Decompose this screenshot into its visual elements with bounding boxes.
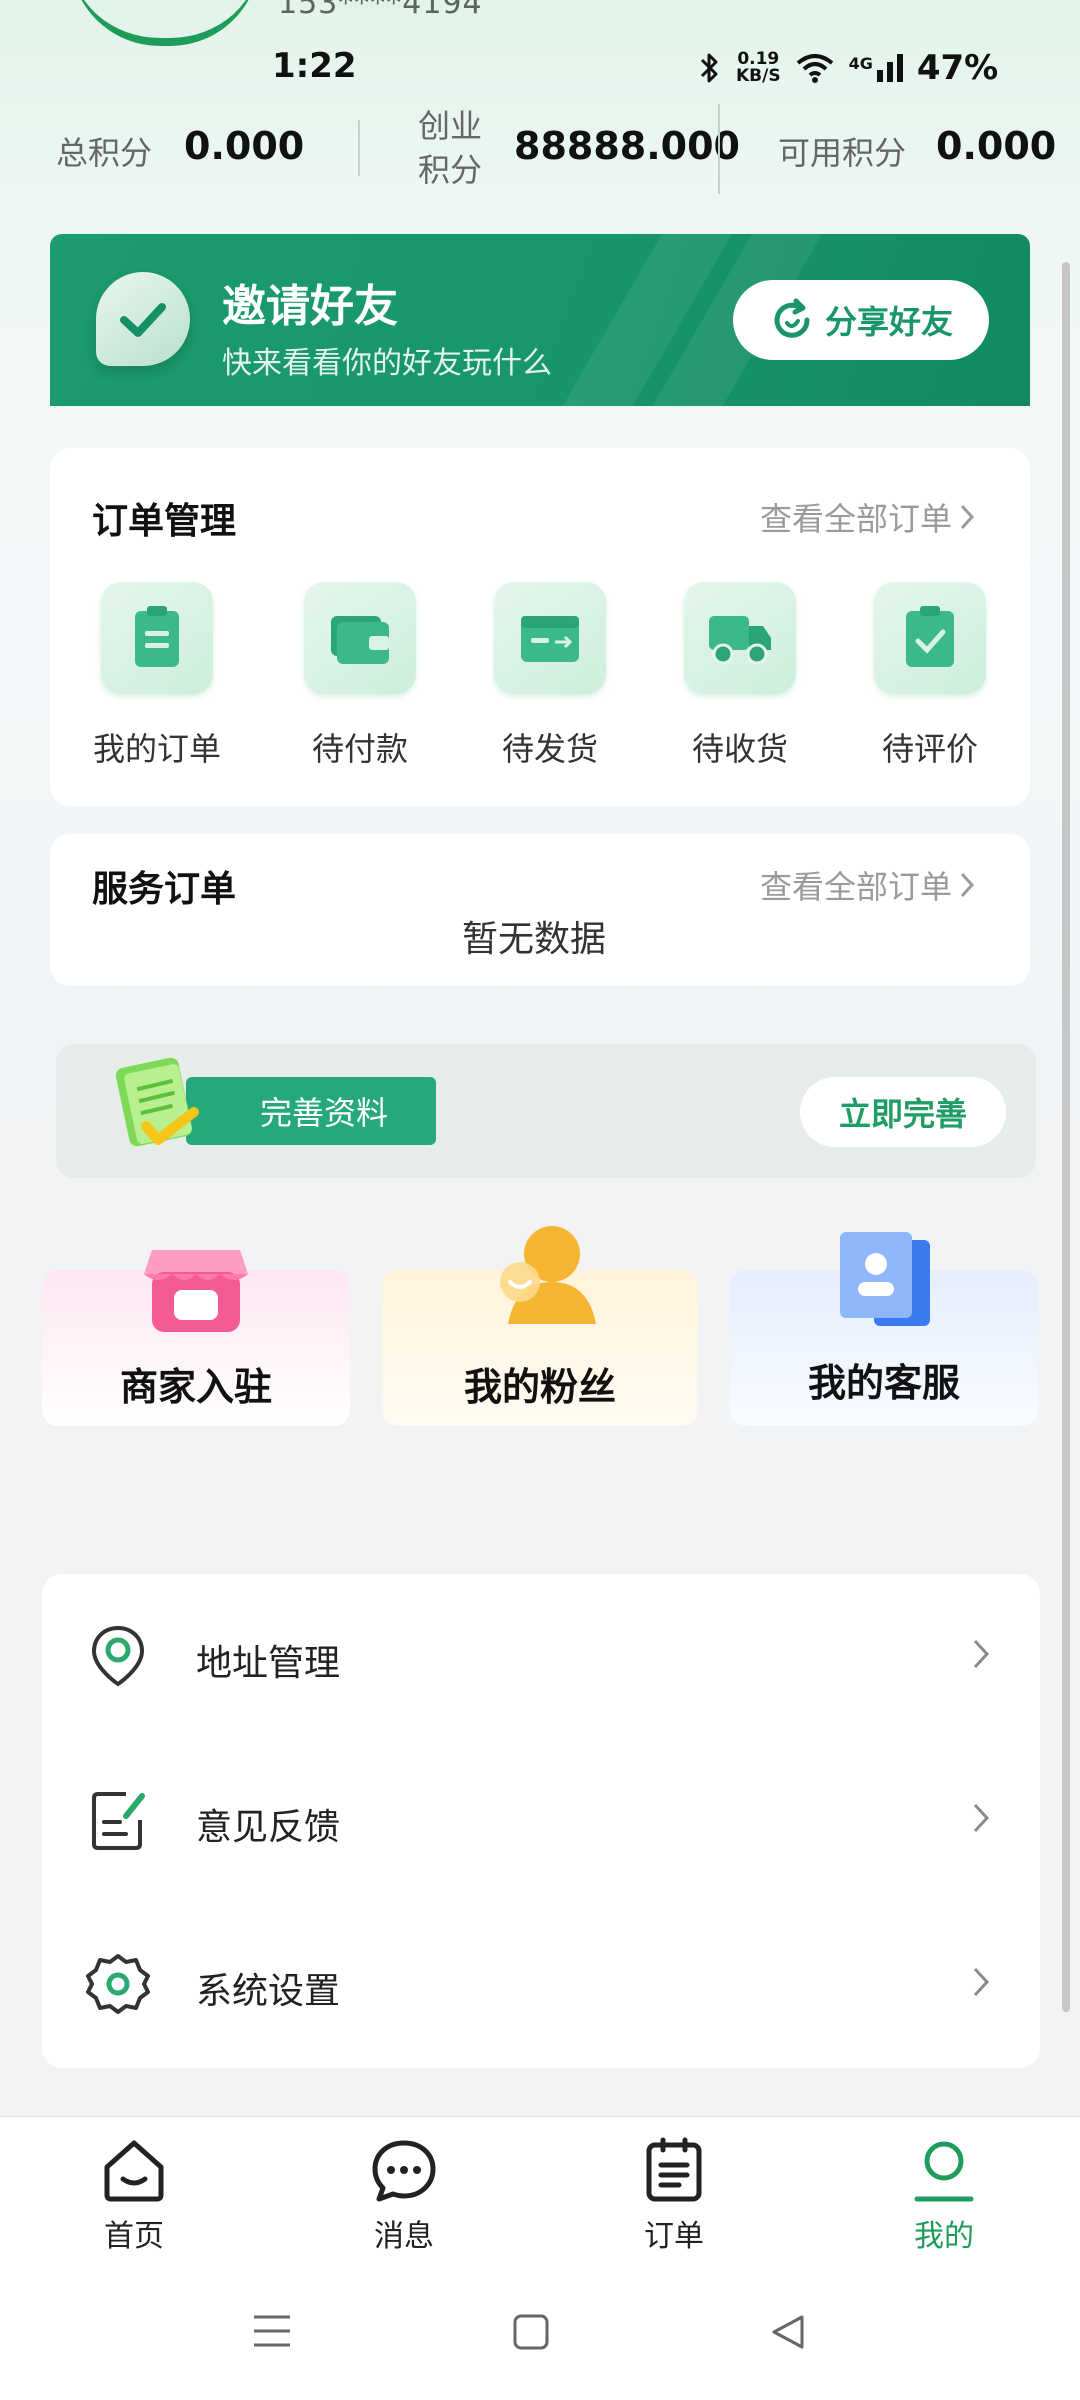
startup-points-label: 创业 积分 [418,107,483,189]
complete-now-button[interactable]: 立即完善 [800,1077,1006,1147]
nav-home-button[interactable] [512,2313,550,2355]
back-triangle-icon [772,2315,804,2349]
wallet-icon [304,582,416,694]
menu-lines-icon [254,2315,290,2347]
profile-icon [914,2141,974,2202]
customer-service-tile[interactable]: 我的客服 [730,1232,1038,1426]
service-orders-title: 服务订单 [92,869,237,910]
home-icon [104,2140,164,2202]
bottom-tab-bar: 首页 消息 订单 我的 [0,2116,1080,2400]
pending-shipment-item[interactable]: 待发货 [470,582,630,782]
chevron-right-icon [960,872,975,898]
customer-service-icon [840,1232,930,1326]
invite-banner[interactable]: 邀请好友 快来看看你的好友玩什么 分享好友 [50,234,1030,406]
status-icons: 0.19 KB/S 4G 47% [696,46,998,90]
scrollbar[interactable] [1062,262,1070,2012]
bluetooth-icon [700,53,718,83]
order-icon [646,2137,702,2202]
clipboard-icon [101,582,213,694]
settings-menu: 地址管理 意见反馈 系统设置 [42,1574,1040,2068]
tab-messages[interactable]: 消息 [324,2137,484,2255]
order-management-title: 订单管理 [92,501,237,542]
shipping-box-icon [494,582,606,694]
view-all-orders-link[interactable]: 查看全部订单 [760,494,976,540]
network-speed: 0.19 KB/S [736,49,781,86]
chevron-right-icon [960,504,975,530]
location-pin-icon [91,1625,145,1687]
fans-icon [500,1226,596,1324]
empty-state-text: 暂无数据 [462,919,607,960]
truck-icon [684,582,796,694]
my-fans-tile[interactable]: 我的粉丝 [382,1226,698,1426]
battery-level: 47% [916,48,999,88]
total-points-label: 总积分 [56,134,153,172]
total-points-value: 0.000 [184,124,305,168]
message-icon [372,2140,436,2202]
tab-profile[interactable]: 我的 [864,2137,1024,2255]
merchant-join-tile[interactable]: 商家入驻 [42,1250,350,1426]
review-check-icon [874,582,986,694]
user-phone: 153****4194 [278,0,483,21]
divider [718,104,720,194]
pending-payment-item[interactable]: 待付款 [280,582,440,782]
signal-icon: 4G [849,54,903,82]
settings-gear-icon [86,1954,150,2014]
tab-home[interactable]: 首页 [54,2137,214,2255]
complete-profile-bar: 完善资料 立即完善 [56,1044,1036,1178]
complete-profile-tag: 完善资料 [186,1077,436,1145]
menu-item-address[interactable]: 地址管理 [42,1574,1040,1738]
available-points-value: 0.000 [936,124,1057,168]
share-friends-button[interactable]: 分享好友 [733,280,989,360]
tab-orders[interactable]: 订单 [594,2137,754,2255]
divider [358,120,360,176]
chevron-right-icon [973,1967,990,1997]
nav-menu-button[interactable] [252,2313,292,2353]
menu-item-feedback[interactable]: 意见反馈 [42,1738,1040,1902]
share-refresh-icon [774,298,810,338]
points-summary: 总积分 0.000 创业 积分 88888.000 可用积分 0.000 [0,100,1080,200]
invite-check-icon [96,272,190,366]
square-icon [513,2314,549,2350]
menu-item-settings[interactable]: 系统设置 [42,1902,1040,2066]
wifi-icon [796,54,833,83]
status-time: 1:22 [272,46,357,86]
chevron-right-icon [973,1803,990,1833]
invite-title: 邀请好友 [222,281,398,332]
feedback-icon [92,1792,145,1850]
order-management-card: 订单管理 查看全部订单 我的订单 待付款 待发货 待收货 待评价 [50,448,1030,806]
service-orders-card: 服务订单 查看全部订单 暂无数据 [50,834,1030,986]
nav-back-button[interactable] [768,2313,806,2355]
view-all-service-orders-link[interactable]: 查看全部订单 [760,862,976,908]
shop-icon [144,1250,248,1332]
pending-receipt-item[interactable]: 待收货 [660,582,820,782]
available-points-label: 可用积分 [778,134,907,172]
chevron-right-icon [973,1639,990,1669]
startup-points-value: 88888.000 [514,124,740,168]
my-orders-item[interactable]: 我的订单 [77,582,237,782]
notepad-check-icon [115,1057,199,1147]
invite-subtitle: 快来看看你的好友玩什么 [222,346,552,381]
pending-review-item[interactable]: 待评价 [850,582,1010,782]
